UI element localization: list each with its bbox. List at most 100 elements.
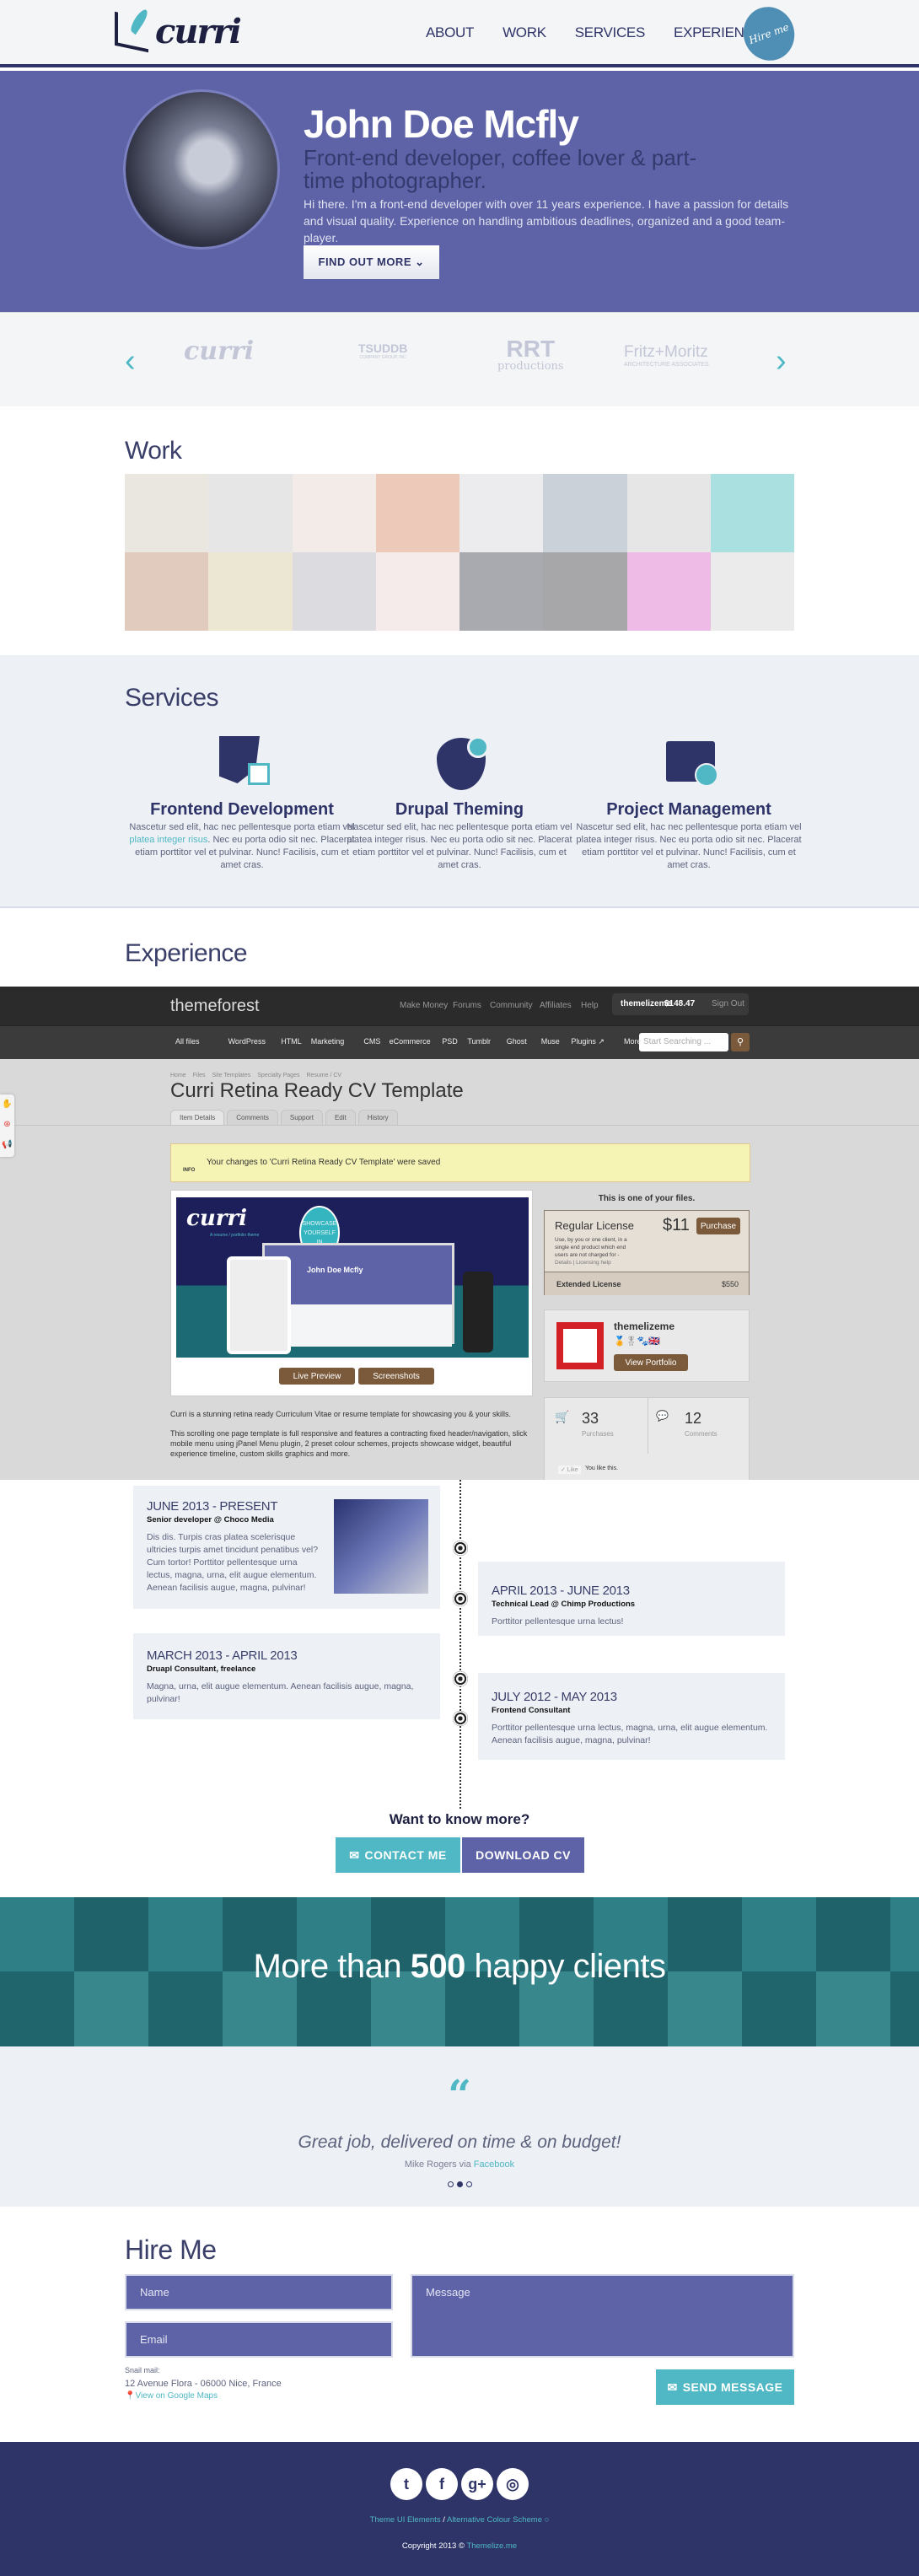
contact-me-button[interactable]: ✉ CONTACT ME <box>336 1837 460 1873</box>
purchase-button[interactable]: Purchase <box>696 1218 740 1234</box>
google-maps-link[interactable]: 📍View on Google Maps <box>125 2391 218 2401</box>
tf-extended-license[interactable]: Extended License <box>556 1280 621 1288</box>
logo[interactable]: curri <box>115 7 242 52</box>
carousel-dot[interactable] <box>447 2181 454 2187</box>
work-thumbnail[interactable] <box>125 552 209 631</box>
screenshots-button[interactable]: Screenshots <box>358 1368 434 1385</box>
service-text: Nascetur sed elit, hac nec pellentesque … <box>128 821 356 872</box>
tf-link[interactable]: Affiliates <box>540 1001 572 1010</box>
nav-work[interactable]: WORK <box>502 24 546 41</box>
tf-tab[interactable]: History <box>357 1110 398 1126</box>
service-drupal: Drupal Theming Nascetur sed elit, hac ne… <box>346 733 573 872</box>
twitter-icon[interactable]: t <box>390 2468 422 2500</box>
work-thumbnail[interactable] <box>292 552 376 631</box>
service-link[interactable]: platea integer risus <box>129 835 207 845</box>
tf-category[interactable]: Marketing <box>311 1037 345 1046</box>
tf-breadcrumb-item[interactable]: Files <box>193 1073 206 1078</box>
tf-link[interactable]: Help <box>581 1001 599 1010</box>
work-thumbnail[interactable] <box>710 474 794 552</box>
hire-me-badge[interactable]: Hire me <box>735 0 803 68</box>
work-thumbnail[interactable] <box>375 474 460 552</box>
work-thumbnail[interactable] <box>125 474 209 552</box>
tf-notice: INFO Your changes to 'Curri Retina Ready… <box>170 1143 750 1182</box>
tf-tab[interactable]: Item Details <box>170 1110 225 1126</box>
tf-category[interactable]: More <box>624 1037 642 1046</box>
tf-breadcrumb-item[interactable]: Site Templates <box>212 1073 250 1078</box>
tf-tab[interactable]: Edit <box>325 1110 356 1126</box>
tf-breadcrumb-item[interactable]: Home <box>170 1073 186 1078</box>
carousel-dot[interactable] <box>465 2181 472 2187</box>
work-thumbnail[interactable] <box>460 474 544 552</box>
work-thumbnail[interactable] <box>543 474 627 552</box>
themelize-link[interactable]: Themelize.me <box>466 2541 517 2551</box>
author-badges-icon: 🏅🎖🐾🇬🇧 <box>614 1336 661 1347</box>
work-thumbnail[interactable] <box>375 552 460 631</box>
tf-category[interactable]: Muse <box>541 1037 560 1046</box>
tf-category[interactable]: Tumblr <box>467 1037 491 1046</box>
tf-tab[interactable]: Comments <box>227 1110 278 1126</box>
dribbble-icon[interactable]: ◎ <box>497 2468 529 2500</box>
theme-ui-elements-link[interactable]: Theme UI Elements <box>370 2515 441 2525</box>
email-input[interactable] <box>125 2321 393 2358</box>
name-input[interactable] <box>125 2274 393 2310</box>
lifebuoy-icon[interactable]: ⊛ <box>0 1115 14 1135</box>
timeline-entry: JUNE 2013 - PRESENT Senior developer @ C… <box>133 1486 440 1609</box>
client-logo-fritz-moritz: Fritz+Moritz ARCHITECTURE ASSOCIATES <box>624 343 709 368</box>
tf-details-link[interactable]: Details | Licensing help <box>555 1260 611 1266</box>
tf-sign-out[interactable]: Sign Out <box>712 999 744 1008</box>
hand-icon[interactable]: ✋ <box>0 1094 14 1115</box>
tf-tab[interactable]: Support <box>280 1110 323 1126</box>
tf-category[interactable]: Ghost <box>507 1037 527 1046</box>
message-textarea[interactable] <box>411 2274 794 2358</box>
services-section: Services Frontend Development Nascetur s… <box>0 655 919 908</box>
tf-link[interactable]: Make Money <box>400 1001 448 1010</box>
tf-category[interactable]: All files <box>175 1037 200 1046</box>
google-plus-icon[interactable]: g+ <box>461 2468 493 2500</box>
alt-colour-scheme-link[interactable]: Alternative Colour Scheme ○ <box>447 2515 549 2525</box>
download-cv-button[interactable]: DOWNLOAD CV <box>462 1837 584 1873</box>
hero-content: John Doe Mcfly Front-end developer, coff… <box>0 71 919 312</box>
megaphone-icon[interactable]: 📢 <box>0 1135 14 1155</box>
like-button[interactable]: ✓ Like <box>558 1465 581 1474</box>
chevron-right-icon[interactable]: › <box>776 343 787 379</box>
tf-category[interactable]: WordPress <box>228 1037 266 1046</box>
view-portfolio-button[interactable]: View Portfolio <box>614 1354 688 1371</box>
work-thumbnail[interactable] <box>292 474 376 552</box>
hero-name: John Doe Mcfly <box>304 102 579 146</box>
tf-category[interactable]: Plugins ↗ <box>571 1037 605 1046</box>
tf-category[interactable]: eCommerce <box>390 1037 431 1046</box>
search-icon[interactable]: ⚲ <box>731 1033 750 1051</box>
facebook-icon[interactable]: f <box>426 2468 458 2500</box>
hero-tagline: Front-end developer, coffee lover & part… <box>304 145 697 193</box>
tf-purchases-label: Purchases <box>582 1430 614 1438</box>
work-thumbnail[interactable] <box>626 552 711 631</box>
tf-category[interactable]: CMS <box>363 1037 380 1046</box>
tf-breadcrumb-item[interactable]: Specialty Pages <box>257 1073 299 1078</box>
work-thumbnail[interactable] <box>208 552 293 631</box>
send-message-button[interactable]: ✉ SEND MESSAGE <box>656 2369 794 2405</box>
client-logo-tsuddb: TSUDDB COMPANY GROUP, INC <box>358 341 407 360</box>
tf-category[interactable]: HTML <box>281 1037 302 1046</box>
client-logo-rrt: RRT productions <box>497 337 564 374</box>
tf-category[interactable]: PSD <box>442 1037 458 1046</box>
service-frontend: Frontend Development Nascetur sed elit, … <box>128 733 356 872</box>
live-preview-button[interactable]: Live Preview <box>279 1368 355 1385</box>
work-thumbnail[interactable] <box>710 552 794 631</box>
tf-link[interactable]: Community <box>490 1001 533 1010</box>
tf-link[interactable]: Forums <box>453 1001 481 1010</box>
work-thumbnail[interactable] <box>543 552 627 631</box>
work-thumbnail[interactable] <box>626 474 711 552</box>
nav-about[interactable]: ABOUT <box>426 24 474 41</box>
hero-intro: Hi there. I'm a front-end developer with… <box>304 197 789 245</box>
chevron-left-icon[interactable]: ‹ <box>125 343 136 379</box>
tf-search-input[interactable]: Start Searching ... <box>639 1033 728 1051</box>
work-thumbnail[interactable] <box>208 474 293 552</box>
social-links: t f g+ ◎ <box>0 2468 919 2500</box>
carousel-dot[interactable] <box>456 2181 463 2187</box>
testimonial-source-link[interactable]: Facebook <box>474 2159 514 2170</box>
nav-services[interactable]: SERVICES <box>575 24 646 41</box>
entry-image <box>334 1499 428 1594</box>
find-out-more-button[interactable]: FIND OUT MORE ⌄ <box>304 245 439 279</box>
tf-breadcrumb-item[interactable]: Resume / CV <box>306 1073 341 1078</box>
work-thumbnail[interactable] <box>460 552 544 631</box>
